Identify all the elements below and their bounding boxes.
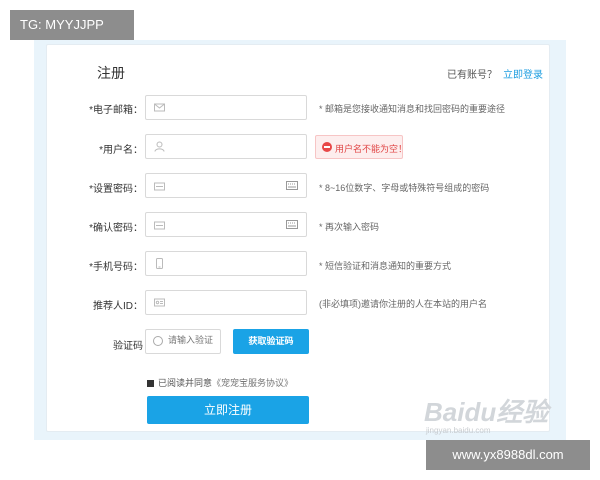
mail-icon	[154, 103, 165, 112]
phone-icon	[156, 258, 163, 269]
username-field[interactable]	[145, 134, 307, 159]
keyboard-icon[interactable]	[286, 181, 298, 190]
confirm-password-field[interactable]	[145, 212, 307, 237]
login-link[interactable]: 立即登录	[503, 70, 543, 81]
password-label: *设置密码：	[89, 184, 143, 195]
agree-protocol-link[interactable]: 《宠宠宝服务协议》	[212, 378, 293, 388]
referrer-label: 推荐人ID：	[93, 301, 143, 312]
url-overlay-label: www.yx8988dl.com	[426, 440, 590, 470]
baidu-watermark: Baidu经验	[424, 397, 549, 427]
tg-overlay-label: TG: MYYJJPP	[10, 10, 134, 40]
register-form-card: 注册 已有账号？ 立即登录 *电子邮箱： * 邮箱是您接收通知消息和找回密码的重要…	[46, 44, 550, 432]
id-card-icon	[154, 298, 165, 307]
password-field[interactable]	[145, 173, 307, 198]
user-icon	[154, 141, 165, 152]
confirm-password-hint: * 再次输入密码	[319, 222, 380, 232]
email-label: *电子邮箱：	[89, 105, 143, 116]
agreement-row: 已阅读并同意《宠宠宝服务协议》	[147, 376, 293, 389]
lock-icon	[154, 182, 165, 191]
captcha-check-icon	[153, 336, 163, 346]
keyboard-icon[interactable]	[286, 220, 298, 229]
username-label: *用户名：	[99, 145, 143, 156]
phone-field[interactable]	[145, 251, 307, 276]
lock-icon	[154, 221, 165, 230]
email-hint: * 邮箱是您接收通知消息和找回密码的重要途径	[319, 104, 506, 114]
referrer-field[interactable]	[145, 290, 307, 315]
agree-text: 已阅读并同意	[158, 378, 213, 388]
login-prompt: 已有账号？ 立即登录	[447, 66, 543, 81]
register-button[interactable]: 立即注册	[147, 396, 309, 424]
username-error-tip: 用户名不能为空！	[315, 135, 407, 159]
captcha-field[interactable]	[145, 329, 221, 354]
agree-checkbox[interactable]	[147, 380, 154, 387]
get-code-button[interactable]: 获取验证码	[233, 329, 309, 354]
password-hint: * 8~16位数字、字母或特殊符号组成的密码	[319, 183, 490, 193]
confirm-password-label: *确认密码：	[89, 223, 143, 234]
have-account-text: 已有账号？	[447, 70, 497, 81]
form-title: 注册	[97, 65, 125, 81]
captcha-label: 验证码	[113, 341, 143, 352]
username-error-text: 用户名不能为空！	[335, 144, 408, 154]
error-icon	[322, 142, 332, 152]
referrer-hint: (非必填项)邀请你注册的人在本站的用户名	[319, 299, 487, 309]
watermark-url: jingyan.baidu.com	[426, 426, 491, 435]
phone-label: *手机号码：	[89, 262, 143, 273]
email-field[interactable]	[145, 95, 307, 120]
captcha-input[interactable]	[168, 335, 218, 345]
phone-hint: * 短信验证和消息通知的重要方式	[319, 261, 452, 271]
